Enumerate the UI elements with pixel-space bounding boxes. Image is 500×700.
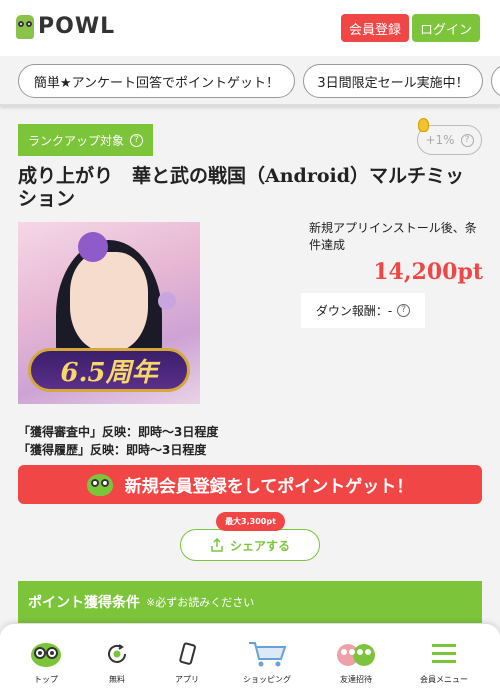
conditions-note: ※必ずお読みください <box>146 596 255 609</box>
conditions-header: ポイント獲得条件 ※必ずお読みください <box>18 581 482 623</box>
owl-icon <box>30 636 62 672</box>
conditions-heading: ポイント獲得条件 <box>28 595 140 611</box>
owl-logo-icon <box>16 14 34 39</box>
friends-icon <box>335 636 377 672</box>
nav-item-member-menu[interactable]: 会員メニュー <box>409 636 479 685</box>
nav-item-app[interactable]: アプリ <box>152 636 222 685</box>
help-icon[interactable]: ? <box>460 133 474 147</box>
anniversary-banner: 6.5周年 <box>28 348 190 392</box>
nav-label: ショッピング <box>243 675 291 684</box>
cta-label: 新規会員登録をしてポイントゲット！ <box>124 477 414 497</box>
free-icon <box>105 636 129 672</box>
banner-pill-partial[interactable] <box>491 64 500 98</box>
help-icon[interactable]: ? <box>130 133 144 147</box>
banner-carousel[interactable]: 簡単★アンケート回答でポイントゲット！ 3日間限定セール実施中！ <box>0 56 500 106</box>
down-reward-box: ダウン報酬：- ? <box>301 293 425 328</box>
reflect-history-text: 「獲得履歴」反映：即時～3日程度 <box>18 443 207 457</box>
nav-item-shopping[interactable]: ショッピング <box>232 636 302 685</box>
logo-text: POWL <box>38 14 116 39</box>
down-reward-label: ダウン報酬：- <box>315 304 393 318</box>
points-value: 14,200pt <box>373 259 483 285</box>
character-face <box>70 252 148 352</box>
bottom-nav: トップ 無料 アプリ ショッピング 友達招待 会員メニュー <box>0 624 500 700</box>
login-button[interactable]: ログイン <box>412 14 480 42</box>
help-icon[interactable]: ? <box>397 304 411 317</box>
phone-icon <box>176 636 198 672</box>
share-label: シェアする <box>229 538 290 553</box>
cart-icon <box>247 636 287 672</box>
bonus-label: +1% <box>425 133 455 147</box>
nav-item-invite[interactable]: 友達招待 <box>321 636 391 685</box>
owl-icon <box>86 473 113 496</box>
rank-up-badge: ランクアップ対象 ? <box>18 124 153 156</box>
register-button[interactable]: 会員登録 <box>341 14 409 42</box>
nav-item-free[interactable]: 無料 <box>82 636 152 685</box>
flower-decoration <box>158 292 176 310</box>
flower-decoration <box>78 232 108 262</box>
nav-label: トップ <box>34 675 58 684</box>
share-icon <box>211 538 223 552</box>
condition-text: 新規アプリインストール後、条件達成 <box>309 221 477 252</box>
offer-title: 成り上がり 華と武の戦国（Android）マルチミッション <box>18 165 465 210</box>
logo[interactable]: POWL <box>16 14 115 39</box>
app-image: 6.5周年 <box>18 222 200 404</box>
reflect-review-text: 「獲得審査中」反映：即時～3日程度 <box>18 425 219 439</box>
menu-icon <box>430 636 458 672</box>
nav-label: 会員メニュー <box>420 675 468 684</box>
coin-icon <box>418 118 429 132</box>
share-button[interactable]: シェアする <box>180 529 320 561</box>
rank-up-label: ランクアップ対象 <box>28 133 125 148</box>
nav-label: アプリ <box>175 675 199 684</box>
nav-label: 友達招待 <box>340 675 372 684</box>
header: POWL 会員登録 ログイン <box>0 0 500 56</box>
banner-pill[interactable]: 簡単★アンケート回答でポイントゲット！ <box>18 64 295 98</box>
nav-label: 無料 <box>109 675 125 684</box>
nav-item-top[interactable]: トップ <box>11 636 81 685</box>
register-cta-button[interactable]: 新規会員登録をしてポイントゲット！ <box>18 465 482 504</box>
share-max-badge: 最大3,300pt <box>216 512 285 531</box>
banner-pill[interactable]: 3日間限定セール実施中！ <box>303 64 483 98</box>
